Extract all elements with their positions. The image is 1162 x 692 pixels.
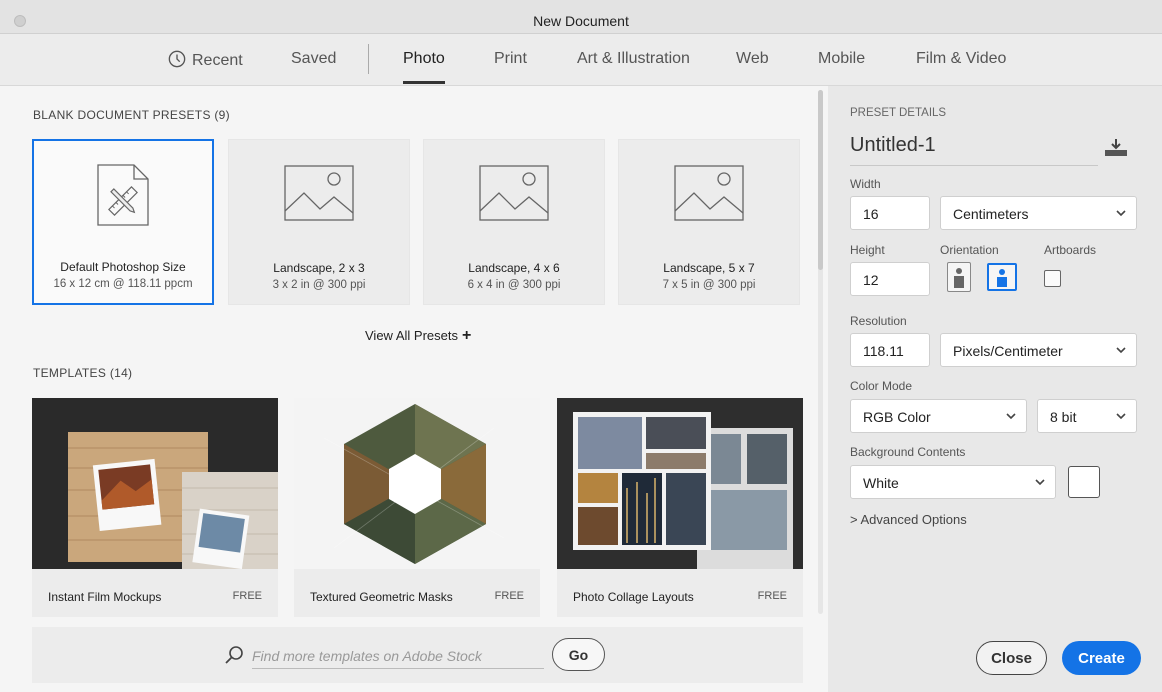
tab-film-video[interactable]: Film & Video bbox=[916, 50, 1006, 68]
width-unit-select[interactable]: Centimeters bbox=[940, 196, 1137, 230]
width-unit-value: Centimeters bbox=[953, 206, 1029, 222]
templates-heading: TEMPLATES (14) bbox=[33, 366, 133, 380]
height-label: Height bbox=[850, 243, 885, 257]
resolution-label: Resolution bbox=[850, 314, 907, 328]
landscape-orientation-button[interactable] bbox=[987, 263, 1017, 291]
portrait-icon bbox=[954, 268, 964, 288]
preset-size: 7 x 5 in @ 300 ppi bbox=[662, 279, 756, 291]
resolution-input[interactable]: 118.11 bbox=[850, 333, 930, 367]
preset-card-landscape-5x7[interactable]: Landscape, 5 x 7 7 x 5 in @ 300 ppi bbox=[618, 139, 800, 305]
tab-print[interactable]: Print bbox=[494, 50, 527, 68]
create-button[interactable]: Create bbox=[1062, 641, 1141, 675]
bit-depth-value: 8 bit bbox=[1050, 409, 1077, 425]
save-preset-icon[interactable] bbox=[1104, 138, 1128, 158]
tab-photo[interactable]: Photo bbox=[403, 50, 445, 84]
resolution-unit-select[interactable]: Pixels/Centimeter bbox=[940, 333, 1137, 367]
template-name: Textured Geometric Masks bbox=[310, 590, 453, 604]
background-contents-select[interactable]: White bbox=[850, 465, 1056, 499]
presets-heading: BLANK DOCUMENT PRESETS (9) bbox=[33, 108, 230, 122]
preset-card-landscape-2x3[interactable]: Landscape, 2 x 3 3 x 2 in @ 300 ppi bbox=[228, 139, 410, 305]
chevron-down-icon bbox=[1116, 347, 1126, 354]
portrait-orientation-button[interactable] bbox=[947, 262, 971, 292]
height-input[interactable]: 12 bbox=[850, 262, 930, 296]
preset-size: 6 x 4 in @ 300 ppi bbox=[467, 279, 561, 291]
background-contents-value: White bbox=[863, 475, 899, 491]
background-color-swatch[interactable] bbox=[1068, 466, 1100, 498]
preset-details-panel: PRESET DETAILS Untitled-1 Width 16 Centi… bbox=[828, 86, 1162, 692]
chevron-down-icon bbox=[1035, 479, 1045, 486]
resolution-unit-value: Pixels/Centimeter bbox=[953, 343, 1063, 359]
template-card-photo-collage[interactable]: Photo Collage Layouts FREE bbox=[557, 398, 803, 617]
template-card-instant-film[interactable]: Instant Film Mockups FREE bbox=[32, 398, 278, 617]
chevron-down-icon bbox=[1006, 413, 1016, 420]
preset-details-heading: PRESET DETAILS bbox=[850, 107, 947, 119]
chevron-down-icon bbox=[1116, 210, 1126, 217]
preset-card-landscape-4x6[interactable]: Landscape, 4 x 6 6 x 4 in @ 300 ppi bbox=[423, 139, 605, 305]
presets-area: BLANK DOCUMENT PRESETS (9) Default Photo… bbox=[0, 86, 828, 692]
template-badge: FREE bbox=[232, 590, 262, 602]
preset-card-default[interactable]: Default Photoshop Size 16 x 12 cm @ 118.… bbox=[32, 139, 214, 305]
view-all-presets-link[interactable]: View All Presets + bbox=[365, 327, 471, 345]
document-name-field[interactable]: Untitled-1 bbox=[850, 134, 1098, 166]
color-mode-select[interactable]: RGB Color bbox=[850, 399, 1027, 433]
image-placeholder-icon bbox=[674, 165, 744, 221]
orientation-label: Orientation bbox=[940, 243, 999, 257]
scrollbar-thumb[interactable] bbox=[818, 90, 823, 270]
artboards-label: Artboards bbox=[1044, 243, 1097, 257]
template-thumbnail bbox=[557, 398, 803, 569]
preset-name: Default Photoshop Size bbox=[60, 260, 186, 274]
template-thumbnail bbox=[32, 398, 278, 569]
bit-depth-select[interactable]: 8 bit bbox=[1037, 399, 1137, 433]
tab-mobile[interactable]: Mobile bbox=[818, 50, 865, 68]
tab-label: Recent bbox=[192, 52, 243, 69]
preset-name: Landscape, 4 x 6 bbox=[468, 261, 560, 275]
category-tabs: Recent Saved Photo Print Art & Illustrat… bbox=[0, 34, 1162, 86]
tab-art-illustration[interactable]: Art & Illustration bbox=[577, 50, 690, 68]
stock-search-input[interactable] bbox=[252, 643, 544, 669]
preset-name: Landscape, 2 x 3 bbox=[273, 261, 365, 275]
tab-divider bbox=[368, 44, 369, 74]
image-placeholder-icon bbox=[479, 165, 549, 221]
go-button[interactable]: Go bbox=[552, 638, 605, 671]
preset-name: Landscape, 5 x 7 bbox=[663, 261, 755, 275]
artboards-checkbox[interactable] bbox=[1044, 270, 1061, 287]
color-mode-label: Color Mode bbox=[850, 379, 913, 393]
landscape-icon bbox=[997, 269, 1007, 287]
preset-size: 16 x 12 cm @ 118.11 ppcm bbox=[53, 278, 193, 290]
template-badge: FREE bbox=[757, 590, 787, 602]
width-input[interactable]: 16 bbox=[850, 196, 930, 230]
close-button[interactable]: Close bbox=[976, 641, 1047, 675]
background-contents-label: Background Contents bbox=[850, 445, 966, 459]
chevron-right-icon: > bbox=[850, 512, 858, 527]
preset-size: 3 x 2 in @ 300 ppi bbox=[272, 279, 366, 291]
tab-web[interactable]: Web bbox=[736, 50, 769, 68]
color-mode-value: RGB Color bbox=[863, 409, 931, 425]
advanced-options-toggle[interactable]: > Advanced Options bbox=[850, 512, 967, 527]
search-icon bbox=[225, 646, 243, 664]
clock-icon bbox=[168, 50, 186, 68]
tab-recent[interactable]: Recent bbox=[168, 50, 243, 70]
title-bar: New Document bbox=[0, 0, 1162, 34]
width-label: Width bbox=[850, 177, 881, 191]
stock-search-bar: Go bbox=[32, 627, 803, 683]
document-ruler-icon bbox=[97, 164, 149, 226]
template-thumbnail bbox=[294, 398, 540, 569]
template-card-geometric-masks[interactable]: Textured Geometric Masks FREE bbox=[294, 398, 540, 617]
image-placeholder-icon bbox=[284, 165, 354, 221]
template-badge: FREE bbox=[494, 590, 524, 602]
template-name: Photo Collage Layouts bbox=[573, 590, 694, 604]
plus-icon: + bbox=[461, 327, 472, 344]
window-title: New Document bbox=[533, 13, 629, 29]
tab-saved[interactable]: Saved bbox=[291, 50, 336, 68]
chevron-down-icon bbox=[1116, 413, 1126, 420]
template-name: Instant Film Mockups bbox=[48, 590, 162, 604]
